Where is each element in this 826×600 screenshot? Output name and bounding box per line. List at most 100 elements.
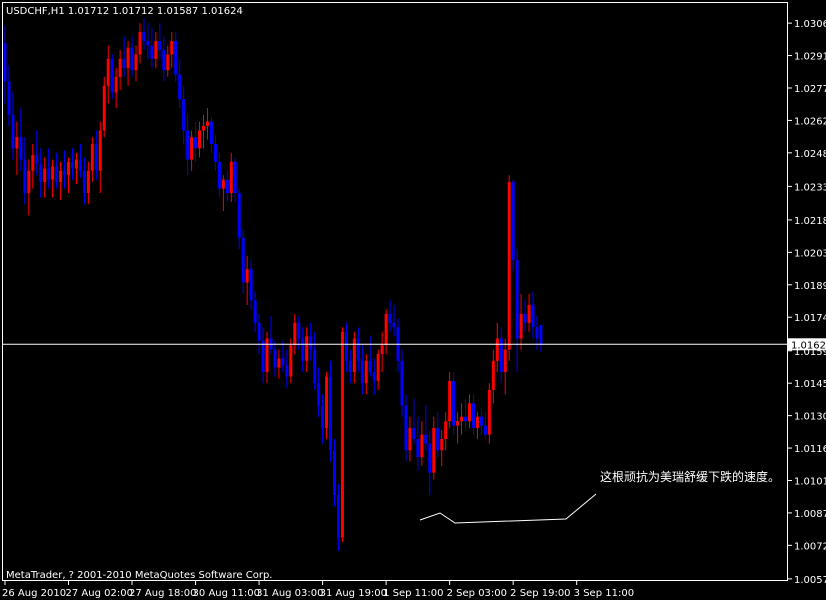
- candle-body: [126, 47, 130, 68]
- candle-body: [420, 434, 424, 457]
- candle-body: [134, 54, 138, 71]
- candle-body: [162, 49, 166, 71]
- candle-body: [217, 161, 221, 189]
- time-tick-label: 2 Sep 19:00: [510, 588, 570, 599]
- candle-body: [495, 338, 499, 361]
- time-tick-label: 2 Sep 03:00: [447, 588, 507, 599]
- candle-body: [360, 360, 364, 384]
- candle-body: [15, 137, 19, 149]
- candle-body: [321, 405, 325, 428]
- candle-body: [245, 269, 249, 283]
- candle-body: [178, 74, 182, 100]
- candle-body: [467, 403, 471, 422]
- candle-body: [448, 380, 452, 422]
- candle-body: [352, 338, 356, 373]
- candle: [102, 76, 106, 138]
- price-tick-label: 1.01890: [794, 281, 826, 292]
- candle-body: [305, 336, 309, 361]
- candle-body: [39, 164, 43, 182]
- candle-body: [63, 170, 67, 176]
- candle-body: [297, 322, 301, 339]
- candle-body: [182, 99, 186, 131]
- candle-body: [456, 421, 460, 426]
- candle-body: [118, 58, 122, 77]
- candle-body: [281, 358, 285, 366]
- price-tick-label: 1.01305: [794, 412, 826, 423]
- candle-body: [221, 179, 225, 189]
- price-tick-label: 1.01160: [794, 444, 826, 455]
- time-tick-label: 30 Aug 11:00: [193, 588, 260, 599]
- candle-body: [261, 340, 265, 373]
- time-tick-label: 27 Aug 02:00: [66, 588, 133, 599]
- candle-body: [249, 269, 253, 301]
- candle-body: [372, 372, 376, 381]
- candle-body: [432, 427, 436, 473]
- candle-body: [428, 443, 432, 473]
- candle-body: [471, 403, 475, 428]
- candle-body: [392, 322, 396, 328]
- candle-body: [336, 495, 340, 538]
- price-tick-label: 1.01745: [794, 313, 826, 324]
- candle-body: [368, 360, 372, 373]
- price-tick-label: 1.00725: [794, 541, 826, 552]
- candle-body: [225, 179, 229, 194]
- candle-body: [384, 313, 388, 346]
- candle-body: [142, 32, 146, 42]
- candle-body: [333, 450, 337, 496]
- time-tick-label: 1 Sep 11:00: [383, 588, 443, 599]
- candle-body: [154, 41, 158, 59]
- candle-body: [499, 338, 503, 373]
- price-tick-label: 1.02625: [794, 116, 826, 127]
- candle-body: [98, 130, 102, 171]
- price-tick-label: 1.00575: [794, 575, 826, 586]
- candle-body: [460, 416, 464, 422]
- candle-body: [277, 358, 281, 368]
- candle-body: [198, 130, 202, 149]
- candle-body: [31, 155, 35, 171]
- candle: [452, 372, 456, 435]
- candle-body: [11, 114, 15, 149]
- candle-body: [86, 170, 90, 194]
- candle-body: [78, 159, 82, 171]
- candle-body: [233, 161, 237, 194]
- candle-body: [388, 313, 392, 323]
- candle-body: [27, 170, 31, 194]
- chart-title: USDCHF,H1 1.01712 1.01712 1.01587 1.0162…: [6, 6, 243, 17]
- candle-body: [229, 161, 233, 194]
- candle-body: [523, 313, 527, 323]
- candle-body: [209, 121, 213, 144]
- candle-body: [329, 376, 333, 451]
- candle-body: [130, 47, 134, 71]
- price-chart[interactable]: 1.03060 1.02915 1.02770 1.02625 1.02480 1.023…: [0, 0, 826, 600]
- candle-body: [285, 365, 289, 377]
- candle-body: [213, 143, 217, 162]
- candle-body: [436, 427, 440, 451]
- candle-body: [70, 161, 74, 169]
- candle-body: [170, 41, 174, 55]
- price-tick-label: 1.02035: [794, 248, 826, 259]
- candle-body: [190, 137, 194, 160]
- candle-body: [424, 434, 428, 444]
- candle-body: [309, 336, 313, 350]
- candle: [340, 327, 344, 542]
- candle-body: [479, 416, 483, 426]
- price-tick-label: 1.02180: [794, 216, 826, 227]
- candle-body: [376, 354, 380, 381]
- price-tick-label: 1.01450: [794, 379, 826, 390]
- candle-body: [82, 170, 86, 194]
- candle-body: [325, 376, 329, 428]
- candle-body: [535, 327, 539, 339]
- candle-body: [146, 41, 150, 46]
- candle-body: [475, 416, 479, 428]
- candle-body: [43, 168, 47, 182]
- candle-body: [47, 168, 51, 180]
- candle-body: [186, 130, 190, 160]
- candle-body: [515, 260, 519, 339]
- candle-body: [301, 338, 305, 361]
- candle-body: [400, 360, 404, 406]
- candle-body: [19, 137, 23, 160]
- candle-body: [380, 345, 384, 355]
- candle: [507, 175, 511, 361]
- candle-body: [507, 181, 511, 350]
- price-tick-label: 1.00870: [794, 509, 826, 520]
